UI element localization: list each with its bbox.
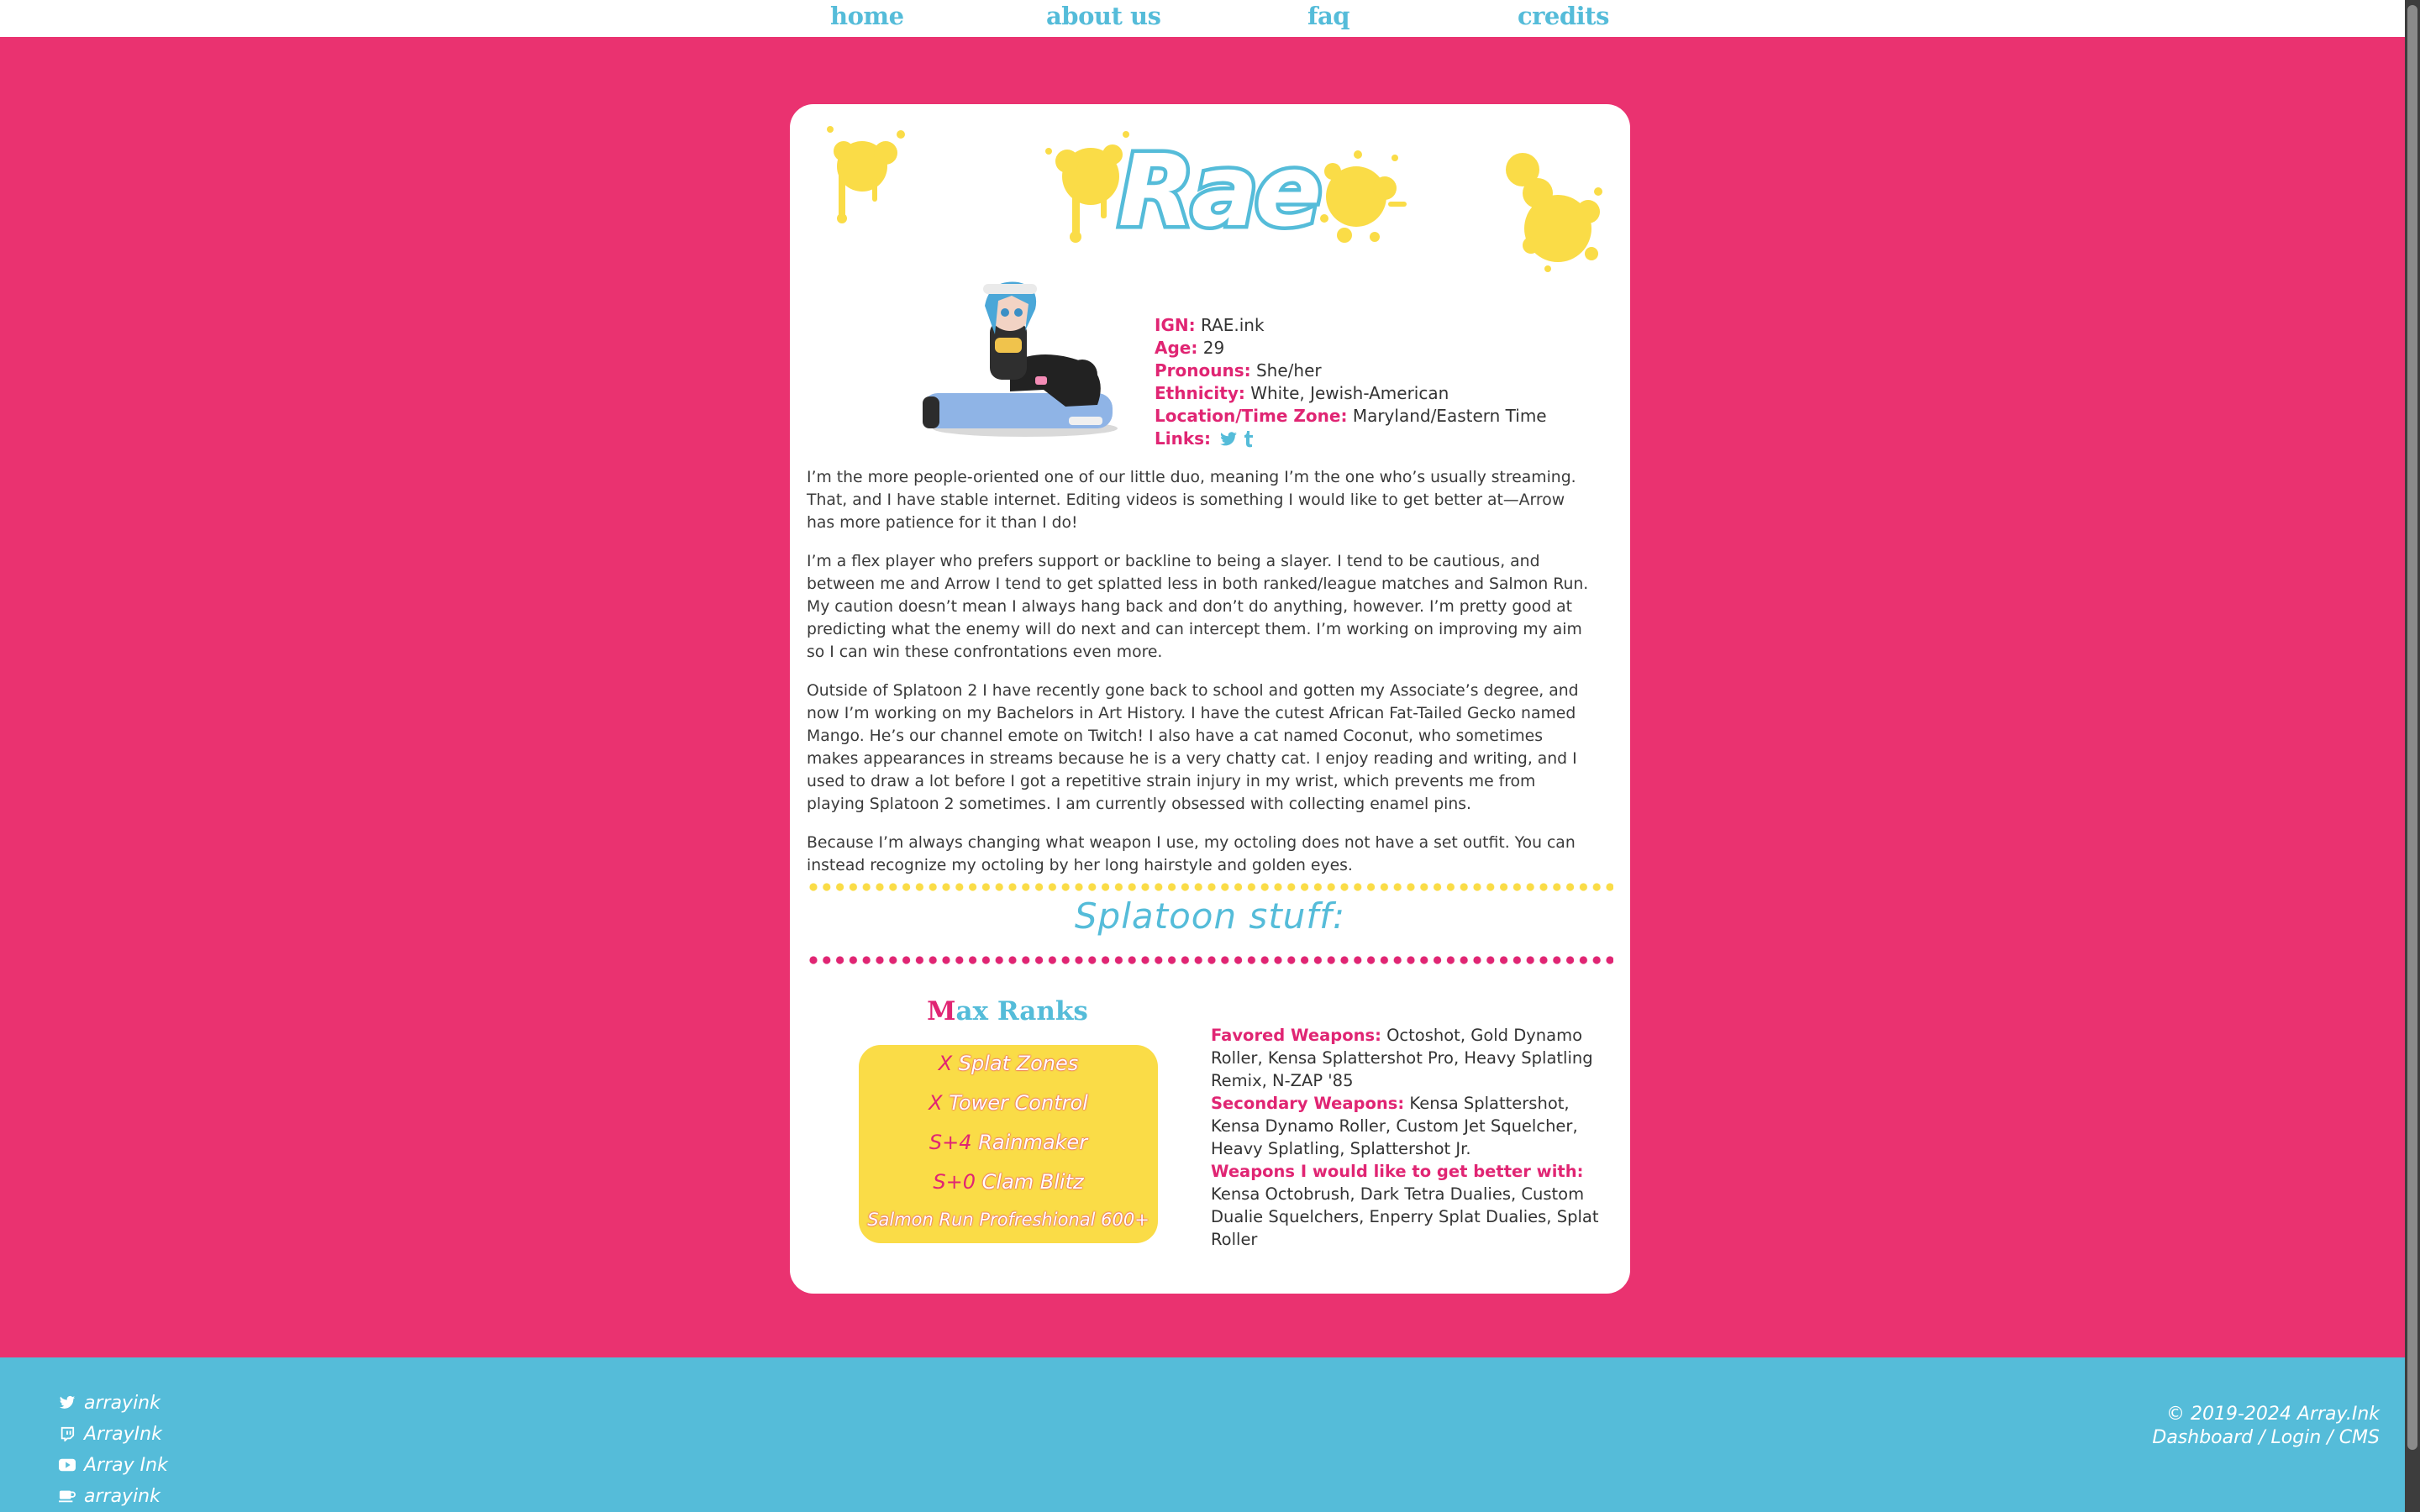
nav-about-link[interactable]: about us <box>1046 2 1161 30</box>
footer-social-youtube[interactable]: Array Ink <box>59 1455 168 1476</box>
rank-mode: Rainmaker <box>978 1131 1088 1154</box>
link-separator: / <box>2321 1427 2339 1448</box>
rank-value: X <box>938 1052 953 1075</box>
ethnicity-value: White, Jewish-American <box>1250 383 1449 403</box>
coffee-cup-icon <box>59 1490 76 1503</box>
footer-copyright: © 2019-2024 Array.Ink Dashboard / Login … <box>2152 1403 2380 1450</box>
bio-paragraph: Because I’m always changing what weapon … <box>807 834 1576 874</box>
yellow-dot-divider <box>808 882 1613 892</box>
rank-value: S+4 <box>929 1131 972 1154</box>
favored-weapons-row: Favored Weapons: Octoshot, Gold Dynamo R… <box>1211 1024 1607 1092</box>
profile-stats: IGN: RAE.ink Age: 29 Pronouns: She/her E… <box>1155 314 1591 450</box>
profile-title: Rae <box>1118 133 1319 249</box>
nav-faq-link[interactable]: faq <box>1307 2 1350 30</box>
rank-mode: Splat Zones <box>958 1052 1079 1075</box>
location-label: Location/Time Zone: <box>1155 406 1348 426</box>
rank-mode: Salmon Run Profreshional 600+ <box>867 1210 1150 1230</box>
ign-label: IGN: <box>1155 315 1196 335</box>
octoling-avatar-image <box>923 281 1118 437</box>
twitter-handle: arrayink <box>84 1393 160 1414</box>
scrollbar-thumb[interactable] <box>2407 5 2417 1450</box>
rank-row: Salmon Run Profreshional 600+ <box>859 1210 1158 1230</box>
improve-weapons-label: Weapons I would like to get better with: <box>1211 1162 1584 1181</box>
age-label: Age: <box>1155 338 1198 358</box>
location-row: Location/Time Zone: Maryland/Eastern Tim… <box>1155 405 1591 428</box>
age-value: 29 <box>1202 338 1225 358</box>
dashboard-link[interactable]: Dashboard <box>2152 1427 2253 1448</box>
pronouns-row: Pronouns: She/her <box>1155 360 1591 382</box>
bio-paragraph: I’m the more people-oriented one of our … <box>807 469 1576 532</box>
yellow-splat-decoration <box>827 126 905 223</box>
login-link[interactable]: Login <box>2271 1427 2322 1448</box>
yellow-splat-decoration <box>1506 153 1602 272</box>
link-separator: / <box>2253 1427 2271 1448</box>
rank-row: S+4 Rainmaker <box>859 1131 1158 1154</box>
weapons-info: Favored Weapons: Octoshot, Gold Dynamo R… <box>1211 1024 1607 1251</box>
youtube-handle: Array Ink <box>84 1455 168 1476</box>
rank-row: X Splat Zones <box>859 1052 1158 1075</box>
bio-paragraph: Outside of Splatoon 2 I have recently go… <box>807 682 1579 813</box>
secondary-weapons-row: Secondary Weapons: Kensa Splattershot, K… <box>1211 1092 1607 1160</box>
rank-value: X <box>929 1091 943 1115</box>
ethnicity-row: Ethnicity: White, Jewish-American <box>1155 382 1591 405</box>
bio-section: I’m the more people-oriented one of our … <box>807 466 1597 893</box>
nav-home-link[interactable]: home <box>830 2 904 30</box>
ethnicity-label: Ethnicity: <box>1155 383 1245 403</box>
age-row: Age: 29 <box>1155 337 1591 360</box>
page-scrollbar[interactable] <box>2405 0 2420 1512</box>
location-value: Maryland/Eastern Time <box>1352 406 1547 426</box>
profile-title-logo: Rae <box>1114 129 1323 253</box>
kofi-handle: arrayink <box>84 1486 160 1507</box>
improve-weapons-row: Weapons I would like to get better with:… <box>1211 1160 1607 1251</box>
links-row: Links: <box>1155 428 1591 450</box>
top-navigation: home about us faq credits <box>0 0 2405 37</box>
links-label: Links: <box>1155 428 1212 449</box>
nav-credits-link[interactable]: credits <box>1518 2 1609 30</box>
twitch-icon <box>60 1426 75 1441</box>
twitch-handle: ArrayInk <box>84 1424 162 1445</box>
footer-social-twitter[interactable]: arrayink <box>59 1393 160 1414</box>
page-footer <box>0 1357 2405 1512</box>
pink-dot-divider <box>808 955 1613 965</box>
tumblr-icon[interactable] <box>1244 431 1254 448</box>
improve-weapons-value: Kensa Octobrush, Dark Tetra Dualies, Cus… <box>1211 1184 1599 1249</box>
max-ranks-heading: Max Ranks <box>860 996 1155 1026</box>
splatoon-section-title: Splatoon stuff: <box>1074 895 1346 937</box>
rank-value: S+0 <box>933 1170 976 1194</box>
ign-row: IGN: RAE.ink <box>1155 314 1591 337</box>
copyright-text: © 2019-2024 Array.Ink <box>2166 1404 2380 1425</box>
twitter-icon[interactable] <box>1219 432 1238 447</box>
bio-paragraph: I’m a flex player who prefers support or… <box>807 553 1589 661</box>
footer-social-twitch[interactable]: ArrayInk <box>59 1424 162 1445</box>
rank-mode: Tower Control <box>949 1091 1088 1115</box>
max-ranks-box: X Splat Zones X Tower Control S+4 Rainma… <box>859 1045 1158 1243</box>
footer-admin-links: Dashboard / Login / CMS <box>2152 1426 2380 1450</box>
pronouns-label: Pronouns: <box>1155 360 1251 381</box>
favored-weapons-label: Favored Weapons: <box>1211 1026 1381 1045</box>
max-ranks-rest: ax Ranks <box>955 996 1088 1026</box>
ign-value: RAE.ink <box>1200 315 1265 335</box>
cms-link[interactable]: CMS <box>2339 1427 2380 1448</box>
rank-mode: Clam Blitz <box>981 1170 1084 1194</box>
rank-row: X Tower Control <box>859 1091 1158 1115</box>
rank-row: S+0 Clam Blitz <box>859 1170 1158 1194</box>
twitter-icon <box>59 1395 76 1409</box>
pronouns-value: She/her <box>1255 360 1322 381</box>
secondary-weapons-label: Secondary Weapons: <box>1211 1094 1405 1113</box>
youtube-icon <box>59 1458 76 1472</box>
footer-social-kofi[interactable]: arrayink <box>59 1486 160 1507</box>
max-ranks-initial: M <box>927 996 956 1026</box>
